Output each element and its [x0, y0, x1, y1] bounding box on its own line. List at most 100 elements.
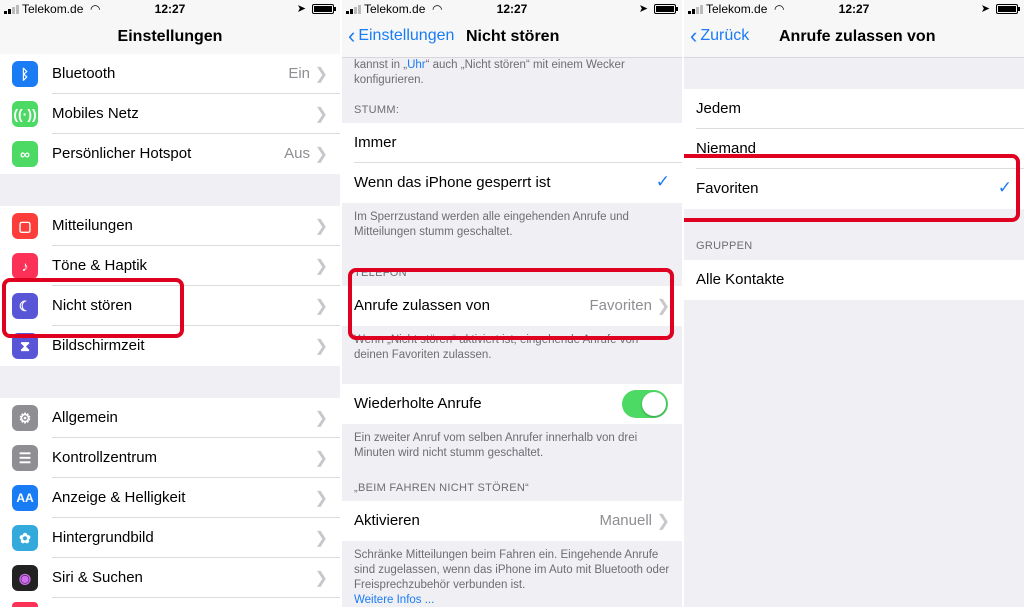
text-size-icon: AA [12, 485, 38, 511]
battery-icon [312, 4, 336, 14]
wallpaper-icon: ✿ [12, 525, 38, 551]
repeated-calls-toggle[interactable] [622, 390, 668, 418]
chevron-right-icon: ❯ [314, 450, 328, 467]
section-header-stumm: STUMM: [354, 104, 400, 116]
settings-panel: Telekom.de ◠ 12:27 ➤ Einstellungen ᛒ Blu… [0, 0, 340, 607]
antenna-icon: ((·)) [12, 101, 38, 127]
item-value: Ein [288, 65, 310, 82]
item-label: Bluetooth [52, 65, 116, 82]
status-bar: Telekom.de ◠ 12:27 ➤ [0, 0, 340, 18]
settings-item-notifications[interactable]: ▢ Mitteilungen ❯ [0, 206, 340, 246]
page-title: Einstellungen [117, 28, 223, 45]
page-title: Nicht stören [466, 28, 560, 45]
item-label: Siri & Suchen [52, 569, 143, 586]
status-bar: Telekom.de ◠ 12:27 ➤ [342, 0, 682, 18]
chevron-right-icon: ❯ [314, 338, 328, 355]
settings-item-hotspot[interactable]: ∞ Persönlicher Hotspot Aus ❯ [0, 134, 340, 174]
chevron-right-icon: ❯ [314, 106, 328, 123]
navigation-bar: ‹ Zurück Anrufe zulassen von [684, 18, 1024, 58]
item-value: Manuell [599, 512, 652, 529]
item-label: Persönlicher Hotspot [52, 145, 192, 162]
status-bar: Telekom.de ◠ 12:27 ➤ [684, 0, 1024, 18]
item-label: Jedem [696, 100, 742, 117]
switches-icon: ☰ [12, 445, 38, 471]
option-all-contacts[interactable]: Alle Kontakte [684, 260, 1024, 300]
chevron-right-icon: ❯ [314, 570, 328, 587]
item-label: Töne & Haptik [52, 257, 148, 274]
driving-footer: Schränke Mitteilungen beim Fahren ein. E… [354, 549, 670, 606]
page-title: Anrufe zulassen von [779, 28, 936, 45]
chevron-right-icon: ❯ [314, 410, 328, 427]
option-when-locked[interactable]: Wenn das iPhone gesperrt ist ✓ [342, 163, 682, 203]
sound-icon: ♪ [12, 253, 38, 279]
notifications-icon: ▢ [12, 213, 38, 239]
item-label: Hintergrundbild [52, 529, 154, 546]
item-label: Anzeige & Helligkeit [52, 489, 186, 506]
chevron-right-icon: ❯ [314, 490, 328, 507]
stumm-footer: Im Sperrzustand werden alle eingehenden … [354, 211, 629, 238]
location-icon: ➤ [980, 3, 990, 15]
item-label: Aktivieren [354, 512, 420, 529]
bluetooth-icon: ᛒ [12, 61, 38, 87]
chevron-right-icon: ❯ [314, 218, 328, 235]
partial-icon [12, 602, 38, 607]
location-icon: ➤ [638, 3, 648, 15]
repeated-calls-row[interactable]: Wiederholte Anrufe [342, 384, 682, 424]
item-label: Wenn das iPhone gesperrt ist [354, 174, 551, 191]
clock: 12:27 [496, 2, 528, 16]
highlight-box [2, 278, 184, 338]
more-info-link[interactable]: Weitere Infos ... [354, 594, 434, 606]
settings-item-siri[interactable]: ◉ Siri & Suchen ❯ [0, 558, 340, 598]
item-label: Kontrollzentrum [52, 449, 158, 466]
chevron-right-icon: ❯ [656, 513, 670, 530]
option-everyone[interactable]: Jedem [684, 89, 1024, 129]
settings-item-bluetooth[interactable]: ᛒ Bluetooth Ein ❯ [0, 54, 340, 94]
hotspot-icon: ∞ [12, 141, 38, 167]
back-button[interactable]: ‹ Zurück [690, 23, 750, 48]
settings-item-wallpaper[interactable]: ✿ Hintergrundbild ❯ [0, 518, 340, 558]
item-label: Alle Kontakte [696, 271, 785, 288]
item-label: Allgemein [52, 409, 118, 426]
settings-item-display[interactable]: AA Anzeige & Helligkeit ❯ [0, 478, 340, 518]
settings-item-partial [0, 598, 340, 607]
chevron-right-icon: ❯ [314, 530, 328, 547]
item-label: Bildschirmzeit [52, 337, 145, 354]
item-value: Aus [284, 145, 310, 162]
section-header-driving: „BEIM FAHREN NICHT STÖREN“ [354, 482, 530, 494]
repeated-calls-footer: Ein zweiter Anruf vom selben Anrufer inn… [354, 432, 638, 459]
option-always[interactable]: Immer [342, 123, 682, 163]
item-label: Wiederholte Anrufe [354, 395, 482, 412]
back-label: Zurück [700, 27, 750, 44]
settings-item-general[interactable]: ⚙ Allgemein ❯ [0, 398, 340, 438]
item-label: Mitteilungen [52, 217, 133, 234]
chevron-left-icon: ‹ [690, 23, 698, 48]
battery-icon [996, 4, 1020, 14]
activate-row[interactable]: Aktivieren Manuell ❯ [342, 501, 682, 541]
info-text: kannst in „Uhr“ auch „Nicht stören“ mit … [354, 59, 625, 86]
section-header-groups: GRUPPEN [696, 240, 753, 252]
chevron-right-icon: ❯ [314, 66, 328, 83]
gear-icon: ⚙ [12, 405, 38, 431]
chevron-right-icon: ❯ [314, 146, 328, 163]
chevron-right-icon: ❯ [314, 258, 328, 275]
chevron-left-icon: ‹ [348, 23, 356, 48]
location-icon: ➤ [296, 3, 306, 15]
siri-icon: ◉ [12, 565, 38, 591]
highlight-box [348, 268, 674, 340]
chevron-right-icon: ❯ [314, 298, 328, 315]
back-button[interactable]: ‹ Einstellungen [348, 23, 455, 48]
allow-calls-panel: Telekom.de ◠ 12:27 ➤ ‹ Zurück Anrufe zul… [684, 0, 1024, 607]
settings-item-mobile-network[interactable]: ((·)) Mobiles Netz ❯ [0, 94, 340, 134]
clock: 12:27 [838, 2, 870, 16]
navigation-bar: Einstellungen [0, 18, 340, 58]
item-label: Mobiles Netz [52, 105, 139, 122]
settings-item-control-center[interactable]: ☰ Kontrollzentrum ❯ [0, 438, 340, 478]
battery-icon [654, 4, 678, 14]
do-not-disturb-panel: Telekom.de ◠ 12:27 ➤ ‹ Einstellungen Nic… [342, 0, 682, 607]
clock: 12:27 [154, 2, 186, 16]
navigation-bar: ‹ Einstellungen Nicht stören [342, 18, 682, 58]
checkmark-icon: ✓ [655, 172, 670, 191]
highlight-box [684, 154, 1020, 222]
item-label: Immer [354, 134, 397, 151]
back-label: Einstellungen [358, 27, 455, 44]
